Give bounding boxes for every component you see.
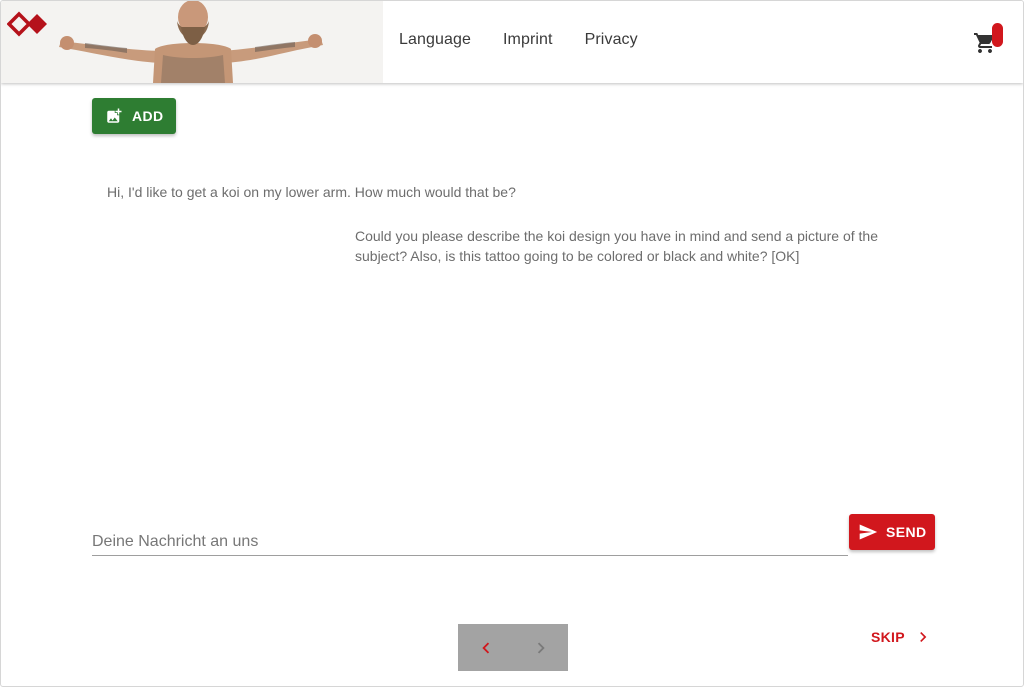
hero-photo — [59, 1, 323, 83]
chevron-left-icon — [481, 642, 489, 653]
add-button-label: ADD — [132, 108, 164, 124]
top-nav: Language Imprint Privacy — [399, 31, 638, 49]
nav-imprint[interactable]: Imprint — [503, 31, 553, 49]
hero-banner — [1, 1, 383, 83]
header: Language Imprint Privacy — [1, 1, 1023, 83]
send-button-label: SEND — [886, 524, 927, 540]
nav-privacy[interactable]: Privacy — [585, 31, 638, 49]
skip-button-label: SKIP — [871, 629, 905, 645]
message-input[interactable] — [92, 525, 848, 555]
next-button[interactable] — [513, 624, 568, 671]
cart-badge — [992, 23, 1003, 47]
prev-button[interactable] — [458, 624, 513, 671]
chevron-right-icon — [920, 632, 927, 642]
diamond-logo[interactable] — [7, 9, 51, 39]
message-field — [92, 525, 848, 556]
chat-message-user: Hi, I'd like to get a koi on my lower ar… — [107, 184, 516, 200]
send-icon — [859, 524, 878, 540]
chat-message-studio: Could you please describe the koi design… — [355, 228, 879, 264]
send-button[interactable]: SEND — [849, 514, 935, 550]
pager — [458, 624, 568, 671]
add-photo-icon — [107, 108, 122, 123]
add-button[interactable]: ADD — [92, 98, 176, 134]
app-window: Language Imprint Privacy ADD Hi, I'd lik… — [0, 0, 1024, 687]
chevron-right-icon — [537, 642, 545, 653]
skip-button[interactable]: SKIP — [871, 627, 933, 647]
nav-language[interactable]: Language — [399, 31, 471, 49]
